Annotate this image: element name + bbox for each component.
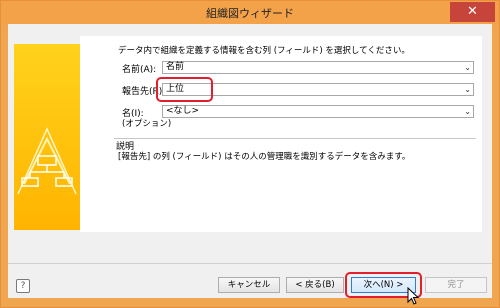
chevron-down-icon[interactable]: ⌄ [464, 106, 471, 117]
help-button[interactable]: ? [16, 279, 30, 293]
close-button[interactable]: ✕ [450, 2, 495, 22]
name-field-value: 名前 [166, 62, 185, 72]
chevron-down-icon[interactable]: ⌄ [464, 62, 471, 73]
title-field-combo[interactable]: <なし> ⌄ [162, 105, 474, 118]
cancel-button[interactable]: キャンセル [218, 277, 280, 293]
highlight-annotation [156, 77, 213, 102]
chevron-down-icon[interactable]: ⌄ [464, 84, 471, 95]
window-title: 組織図ウィザード [206, 7, 294, 20]
back-button[interactable]: < 戻る(B) [286, 277, 344, 293]
footer-divider [8, 263, 492, 264]
title-field-sublabel: (オプション) [122, 119, 172, 129]
finish-button: 完了 [425, 277, 487, 293]
title-field-value: <なし> [166, 106, 200, 116]
instruction-text: データ内で組織を定義する情報を含む列 (フィールド) を選択してください。 [118, 46, 410, 56]
org-chart-graphic-icon [17, 127, 77, 195]
description-text: [報告先] の列 (フィールド) はその人の管理職を識別するデータを含みます。 [118, 152, 411, 162]
name-field-combo[interactable]: 名前 ⌄ [162, 61, 474, 74]
title-bar: 組織図ウィザード ✕ [1, 1, 499, 25]
mouse-cursor-icon [407, 287, 420, 305]
description-divider [114, 138, 476, 139]
name-field-label: 名前(A): [122, 65, 157, 75]
wizard-side-graphic [14, 44, 80, 230]
